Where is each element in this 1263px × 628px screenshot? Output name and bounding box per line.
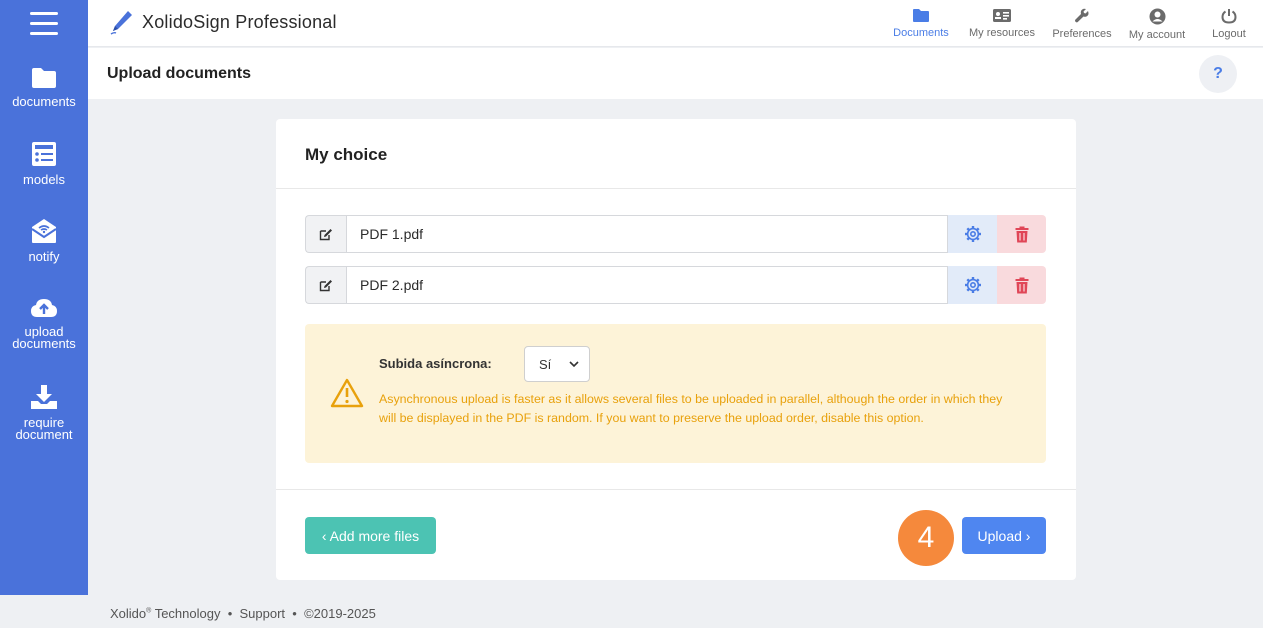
async-upload-selected: Sí bbox=[539, 356, 552, 372]
file-name-field[interactable]: PDF 1.pdf bbox=[346, 215, 948, 253]
page-footer: Xolido® Technology • Support • ©2019-202… bbox=[110, 606, 376, 621]
trash-icon bbox=[1015, 277, 1028, 293]
delete-file-button[interactable] bbox=[997, 266, 1046, 304]
topnav-label: Documents bbox=[893, 27, 949, 39]
topnav-label: My account bbox=[1128, 29, 1186, 41]
card-footer: ‹ Add more files 4 Upload › bbox=[276, 489, 1076, 580]
sidebar-item-label: models bbox=[23, 172, 65, 187]
file-settings-button[interactable] bbox=[948, 266, 997, 304]
topnav-logout[interactable]: Logout bbox=[1195, 6, 1263, 41]
async-upload-alert: Subida asíncrona: Sí Asynchronous upload… bbox=[305, 324, 1046, 463]
footer-support-link[interactable]: Support bbox=[240, 606, 286, 621]
sidebar-item-require-document[interactable]: require document bbox=[0, 383, 88, 441]
edit-icon bbox=[319, 279, 332, 291]
sidebar-item-documents[interactable]: documents bbox=[0, 66, 88, 108]
download-tray-icon bbox=[31, 385, 57, 409]
gear-icon bbox=[964, 226, 981, 242]
wrench-icon bbox=[1075, 8, 1089, 23]
topnav-my-resources[interactable]: My resources bbox=[959, 6, 1045, 41]
top-bar: XolidoSign Professional Documents My res… bbox=[88, 0, 1263, 47]
file-row: PDF 1.pdf bbox=[305, 215, 1046, 253]
sidebar-item-label: documents bbox=[12, 94, 76, 109]
topnav-label: My resources bbox=[968, 27, 1036, 39]
card-title: My choice bbox=[276, 119, 1076, 189]
sidebar-item-label-2: document bbox=[15, 427, 73, 442]
edit-icon bbox=[319, 228, 332, 240]
delete-file-button[interactable] bbox=[997, 215, 1046, 253]
top-navigation: Documents My resources Preferences My ac… bbox=[883, 6, 1263, 41]
app-title: XolidoSign Professional bbox=[142, 11, 337, 32]
sidebar-item-models[interactable]: models bbox=[0, 140, 88, 186]
async-upload-description: Asynchronous upload is faster as it allo… bbox=[379, 392, 1003, 425]
footer-separator: • bbox=[227, 606, 233, 621]
topnav-label: Logout bbox=[1212, 28, 1246, 40]
edit-file-button[interactable] bbox=[305, 215, 346, 253]
add-more-files-button[interactable]: ‹ Add more files bbox=[305, 517, 436, 554]
sidebar-item-upload-documents[interactable]: upload documents bbox=[0, 296, 88, 350]
page-title-bar: Upload documents ? bbox=[88, 48, 1263, 99]
topnav-preferences[interactable]: Preferences bbox=[1045, 6, 1119, 41]
sidebar-item-label: notify bbox=[28, 249, 60, 264]
trash-icon bbox=[1015, 226, 1028, 242]
step-badge: 4 bbox=[898, 510, 954, 566]
upload-button[interactable]: Upload › bbox=[962, 517, 1046, 554]
menu-toggle-icon[interactable] bbox=[30, 12, 58, 35]
folder-icon bbox=[32, 68, 56, 88]
cloud-upload-icon bbox=[31, 299, 57, 317]
gear-icon bbox=[964, 277, 981, 293]
chevron-down-icon bbox=[569, 360, 579, 367]
async-upload-select[interactable]: Sí bbox=[524, 346, 590, 382]
notify-envelope-icon bbox=[31, 219, 57, 243]
async-upload-label: Subida asíncrona: bbox=[379, 356, 492, 371]
footer-company-suffix: Technology bbox=[151, 606, 221, 621]
edit-file-button[interactable] bbox=[305, 266, 346, 304]
id-card-icon bbox=[993, 9, 1011, 22]
sidebar-item-notify[interactable]: notify bbox=[0, 217, 88, 263]
file-settings-button[interactable] bbox=[948, 215, 997, 253]
models-icon bbox=[32, 142, 56, 166]
footer-copyright: ©2019-2025 bbox=[304, 606, 376, 621]
footer-company[interactable]: Xolido bbox=[110, 606, 146, 621]
topnav-my-account[interactable]: My account bbox=[1119, 6, 1195, 41]
footer-separator: • bbox=[292, 606, 297, 621]
folder-icon bbox=[913, 9, 929, 22]
file-name-field[interactable]: PDF 2.pdf bbox=[346, 266, 948, 304]
topnav-label: Preferences bbox=[1052, 28, 1112, 40]
pen-logo-icon bbox=[110, 11, 132, 35]
upload-card: My choice PDF 1.pdf PDF 2.pdf Subida así… bbox=[276, 119, 1076, 580]
file-row: PDF 2.pdf bbox=[305, 266, 1046, 304]
warning-icon bbox=[330, 378, 364, 408]
user-circle-icon bbox=[1149, 8, 1165, 25]
help-button[interactable]: ? bbox=[1199, 55, 1237, 93]
brand[interactable]: XolidoSign Professional bbox=[110, 9, 337, 35]
sidebar-item-label-2: documents bbox=[12, 336, 76, 351]
power-icon bbox=[1221, 9, 1237, 24]
topnav-documents[interactable]: Documents bbox=[883, 6, 959, 41]
page-title: Upload documents bbox=[107, 65, 252, 82]
sidebar: documents models notify upload documents… bbox=[0, 0, 88, 595]
